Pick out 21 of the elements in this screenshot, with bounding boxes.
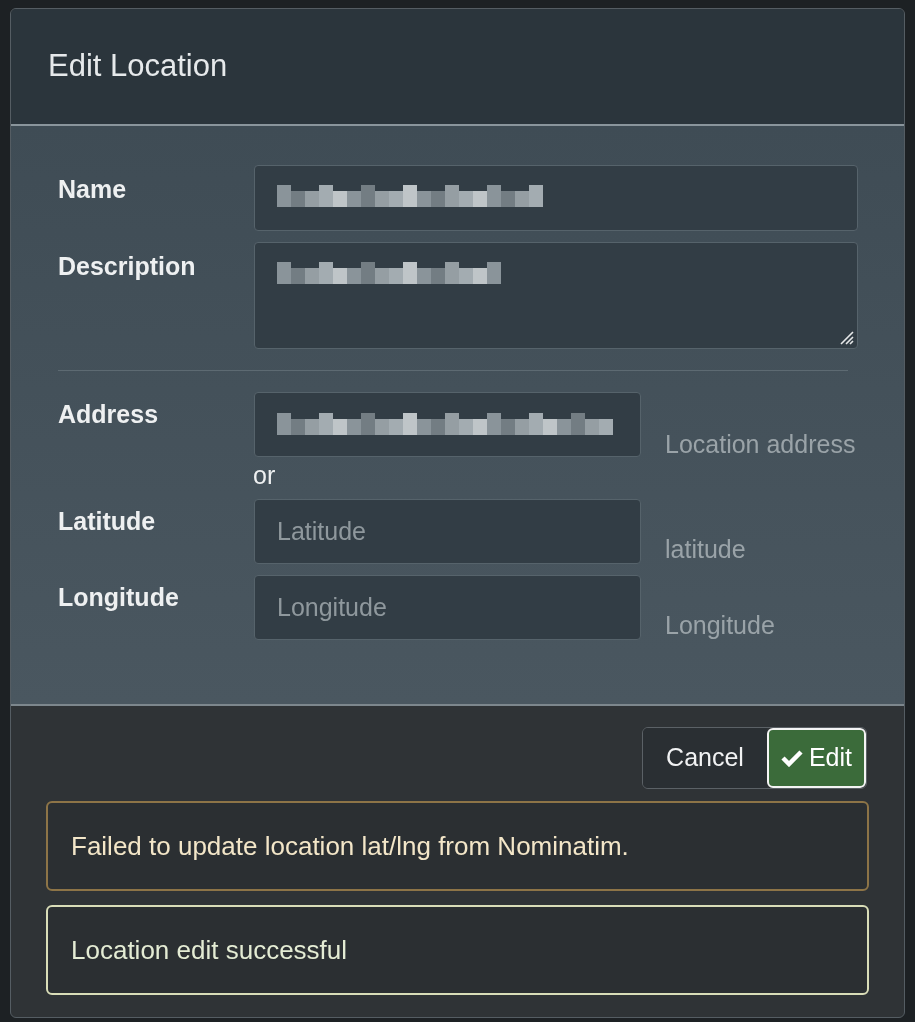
edit-button[interactable]: Edit	[766, 728, 866, 788]
help-text: Longitude	[665, 610, 775, 640]
input-field[interactable]: Longitude	[254, 575, 641, 640]
alert-message: Location edit successful	[46, 905, 869, 995]
cancel-button[interactable]: Cancel	[643, 728, 767, 788]
field-label: Description	[58, 251, 197, 282]
alert-message: Failed to update location lat/lng from Nominatim.	[46, 801, 869, 891]
help-text: latitude	[665, 534, 746, 564]
input-field[interactable]: Latitude	[254, 499, 641, 564]
field-label: Name	[58, 174, 128, 205]
field-label: Address	[58, 399, 160, 430]
input-field[interactable]	[254, 165, 858, 231]
text-area[interactable]	[254, 242, 858, 349]
separator-text: or	[253, 463, 277, 488]
field-label: Latitude	[58, 506, 157, 537]
check-icon	[780, 749, 803, 767]
help-text: Location address	[665, 429, 856, 457]
dialog-title: Edit Location	[48, 47, 228, 86]
resize-handle-icon[interactable]	[840, 331, 854, 345]
input-field[interactable]	[254, 392, 641, 457]
field-label: Longitude	[58, 582, 180, 613]
